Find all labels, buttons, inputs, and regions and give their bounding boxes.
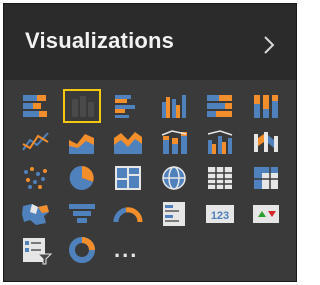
pane-title: Visualizations: [25, 28, 175, 53]
map-icon[interactable]: [156, 162, 192, 194]
treemap-icon[interactable]: [110, 162, 146, 194]
chevron-right-icon[interactable]: [260, 34, 278, 56]
area-chart-icon[interactable]: [64, 126, 100, 158]
clustered-column-chart-icon[interactable]: [156, 90, 192, 122]
line-and-stacked-column-chart-icon[interactable]: [156, 126, 192, 158]
stacked-bar-chart-icon[interactable]: [18, 90, 54, 122]
funnel-icon[interactable]: [64, 198, 100, 230]
visual-icon-grid: 123 ...: [18, 89, 288, 270]
multi-row-card-icon[interactable]: [156, 198, 192, 230]
100-percent-stacked-column-chart-icon[interactable]: [248, 90, 284, 122]
100-percent-stacked-bar-chart-icon[interactable]: [202, 90, 238, 122]
card-icon[interactable]: 123: [202, 198, 238, 230]
kpi-icon[interactable]: [248, 198, 284, 230]
table-icon[interactable]: [202, 162, 238, 194]
line-and-clustered-column-chart-icon[interactable]: [202, 126, 238, 158]
matrix-icon[interactable]: [248, 162, 284, 194]
visualizations-pane: Visualizations 123 ...: [3, 3, 297, 282]
line-chart-icon[interactable]: [18, 126, 54, 158]
card-icon-text: 123: [211, 210, 229, 222]
stacked-area-chart-icon[interactable]: [110, 126, 146, 158]
gauge-icon[interactable]: [110, 198, 146, 230]
slicer-icon[interactable]: [18, 234, 54, 266]
clustered-bar-chart-icon[interactable]: [110, 90, 146, 122]
filled-map-icon[interactable]: [18, 198, 54, 230]
donut-chart-icon[interactable]: [64, 234, 100, 266]
pie-chart-icon[interactable]: [64, 162, 100, 194]
pane-header: Visualizations: [4, 4, 296, 80]
scatter-chart-icon[interactable]: [18, 162, 54, 194]
ribbon-chart-icon[interactable]: [248, 126, 284, 158]
stacked-column-chart-icon[interactable]: [63, 89, 101, 123]
more-visuals-button[interactable]: ...: [114, 239, 138, 261]
